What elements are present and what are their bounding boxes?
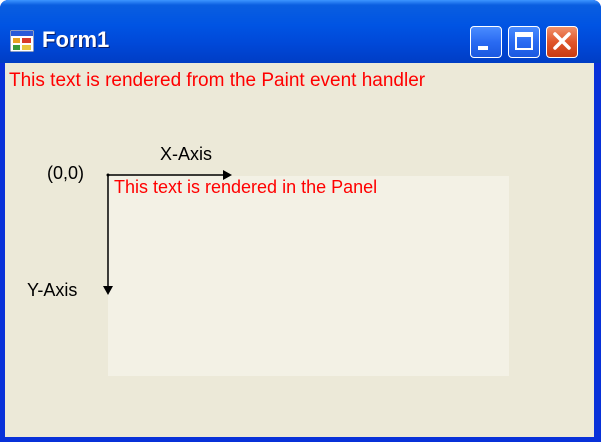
maximize-button[interactable] — [508, 26, 540, 58]
app-form-icon[interactable] — [9, 29, 35, 53]
origin-label: (0,0) — [47, 163, 85, 183]
title-bar[interactable]: Form1 — [0, 0, 601, 63]
minimize-icon — [478, 46, 488, 50]
y-axis-label: Y-Axis — [27, 280, 78, 300]
form1-window: Form1 This text is rendered from the Pai… — [0, 0, 601, 442]
x-axis-arrowhead — [223, 170, 232, 180]
axes-diagram — [103, 170, 232, 295]
maximize-icon — [515, 32, 533, 50]
close-button[interactable] — [546, 26, 578, 58]
client-area: This text is rendered from the Paint eve… — [5, 63, 594, 437]
minimize-button[interactable] — [470, 26, 502, 58]
origin-point — [106, 173, 110, 177]
close-icon — [553, 32, 571, 50]
x-axis-label: X-Axis — [160, 144, 213, 164]
y-axis-arrowhead — [103, 286, 113, 295]
window-title: Form1 — [42, 27, 110, 52]
